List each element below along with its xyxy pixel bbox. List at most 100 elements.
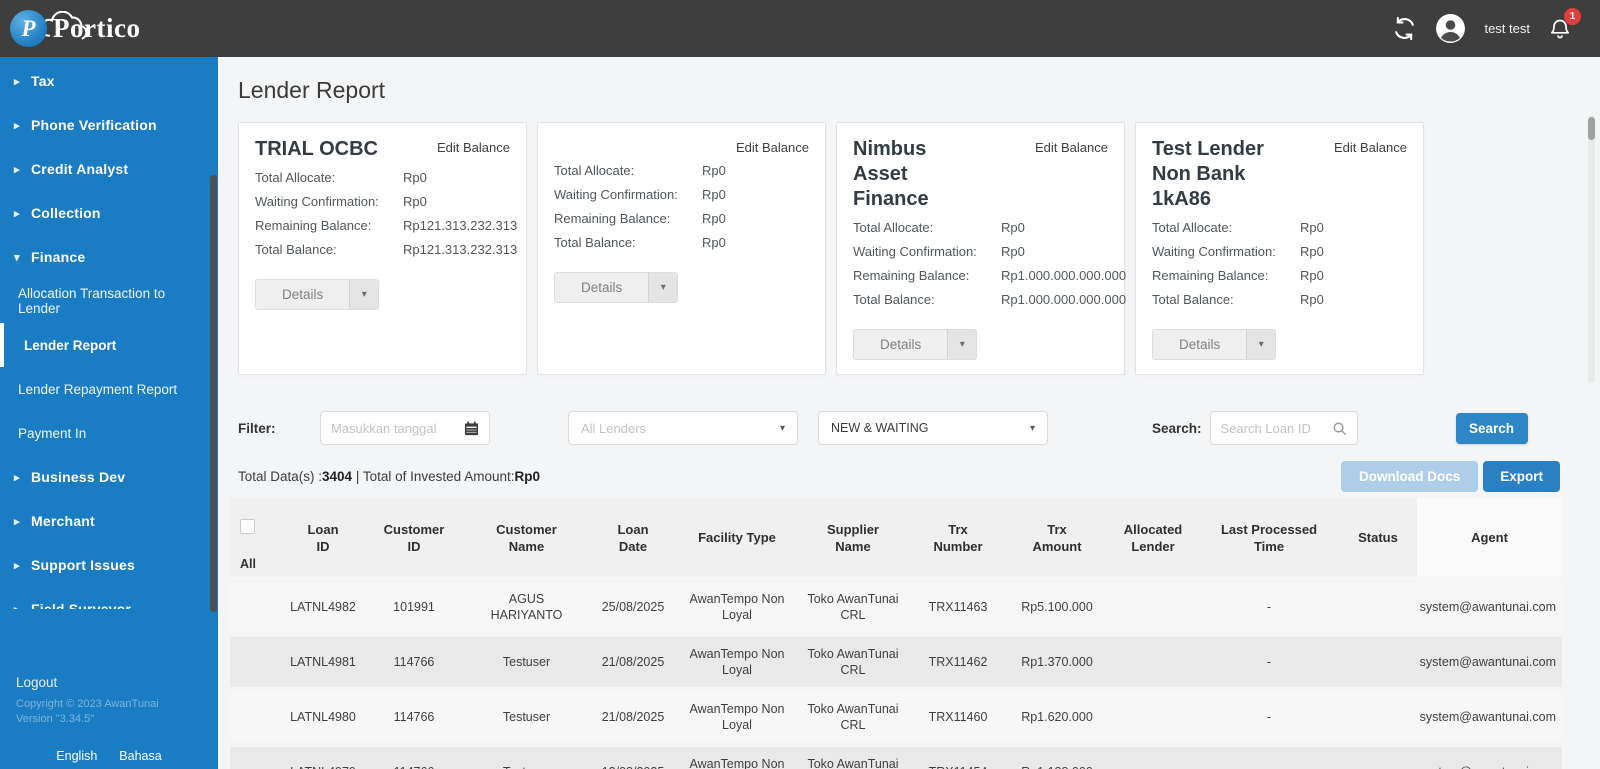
chevron-right-icon: ▸ bbox=[14, 559, 20, 572]
caret-down-icon: ▾ bbox=[779, 422, 785, 434]
page-scrollbar-thumb[interactable] bbox=[1588, 117, 1595, 140]
cell-customer-id: 114766 bbox=[364, 760, 464, 769]
field-label: Remaining Balance: bbox=[1152, 268, 1269, 283]
sidebar-subitem-label: Lender Repayment Report bbox=[18, 381, 178, 397]
sidebar-item-phone-verification[interactable]: ▸ Phone Verification bbox=[0, 103, 218, 147]
column-header-status: Status bbox=[1358, 530, 1398, 545]
sidebar-item-merchant[interactable]: ▸ Merchant bbox=[0, 499, 218, 543]
column-header-loan-date: Loan Date bbox=[617, 521, 649, 554]
main-content: Lender Report TRIAL OCBC Edit Balance To… bbox=[218, 57, 1600, 769]
caret-down-icon[interactable]: ▾ bbox=[1246, 330, 1276, 359]
logout-link[interactable]: Logout bbox=[16, 675, 202, 690]
details-label: Details bbox=[854, 330, 948, 359]
sidebar-item-finance[interactable]: ▾ Finance bbox=[0, 235, 218, 279]
search-field[interactable] bbox=[1209, 411, 1358, 445]
sidebar-item-business-dev[interactable]: ▸ Business Dev bbox=[0, 455, 218, 499]
sidebar-item-allocation-transaction[interactable]: Allocation Transaction to Lender bbox=[0, 279, 218, 323]
avatar-icon bbox=[1436, 14, 1466, 43]
search-button[interactable]: Search bbox=[1455, 412, 1528, 444]
sidebar-item-field-surveyor[interactable]: ▸ Field Surveyor bbox=[0, 587, 218, 609]
edit-balance-link[interactable]: Edit Balance bbox=[736, 137, 809, 155]
topbar-actions: test test 1 bbox=[1392, 8, 1600, 44]
cell-customer-name: AGUS HARIYANTO bbox=[490, 592, 563, 622]
chevron-right-icon: ▸ bbox=[14, 603, 31, 610]
sidebar-item-support-issues[interactable]: ▸ Support Issues bbox=[0, 543, 218, 587]
search-input[interactable] bbox=[1220, 420, 1332, 436]
caret-down-icon[interactable]: ▾ bbox=[648, 273, 678, 302]
field-value: Rp0 bbox=[1300, 268, 1324, 283]
lender-cards: TRIAL OCBC Edit Balance Total Allocate: R… bbox=[238, 122, 1424, 375]
user-avatar[interactable] bbox=[1435, 13, 1466, 44]
table-row: LATNL4981 114766 Testuser 21/08/2025 Awa… bbox=[230, 637, 1562, 687]
summary-divider: | bbox=[355, 469, 360, 484]
caret-down-icon[interactable]: ▾ bbox=[947, 330, 977, 359]
cell-agent: system@awantunai.com bbox=[1417, 760, 1562, 769]
lender-card-test-lender-non-bank: Test Lender Non Bank 1kA86 Edit Balance … bbox=[1135, 122, 1424, 375]
cell-trx-number: TRX11463 bbox=[928, 600, 988, 614]
language-bahasa-link[interactable]: Bahasa bbox=[119, 749, 161, 763]
column-header-supplier-name: Supplier Name bbox=[826, 521, 879, 554]
lender-select-value: All Lenders bbox=[581, 420, 647, 436]
sidebar-item-tax[interactable]: ▸ Tax bbox=[0, 59, 218, 103]
total-data-label: Total Data(s) : bbox=[238, 469, 323, 484]
calendar-icon bbox=[464, 420, 479, 435]
field-label: Total Allocate: bbox=[853, 220, 934, 235]
date-filter-input[interactable] bbox=[320, 411, 490, 445]
cell-facility-type: AwanTempo Non Loyal bbox=[689, 647, 785, 677]
details-button[interactable]: Details ▾ bbox=[554, 272, 679, 303]
invested-amount-label: Total of Invested Amount: bbox=[362, 469, 515, 484]
edit-balance-link[interactable]: Edit Balance bbox=[1334, 137, 1407, 212]
notifications-button[interactable]: 1 bbox=[1548, 8, 1581, 41]
edit-balance-link[interactable]: Edit Balance bbox=[437, 137, 510, 162]
select-all-checkbox[interactable] bbox=[240, 519, 255, 534]
page-scrollbar-track bbox=[1588, 115, 1595, 383]
sidebar-item-lender-report[interactable]: Lender Report bbox=[0, 323, 218, 367]
field-label: Total Allocate: bbox=[255, 170, 336, 185]
lender-filter-select[interactable]: All Lenders ▾ bbox=[568, 411, 798, 445]
export-button[interactable]: Export bbox=[1483, 461, 1560, 492]
cell-customer-name: Testuser bbox=[502, 655, 551, 669]
app-logo[interactable]: P Portico bbox=[0, 0, 140, 57]
username-label: test test bbox=[1484, 21, 1530, 36]
summary-text: Total Data(s) :3404 | Total of Invested … bbox=[238, 469, 540, 484]
field-value: Rp1.000.000.000.000 bbox=[1001, 268, 1127, 283]
sidebar-item-lender-repayment-report[interactable]: Lender Repayment Report bbox=[0, 367, 218, 411]
download-docs-button[interactable]: Download Docs bbox=[1340, 461, 1479, 492]
field-label: Total Balance: bbox=[853, 292, 935, 307]
details-button[interactable]: Details ▾ bbox=[255, 279, 380, 310]
cell-facility-type: AwanTempo Non Loyal bbox=[689, 757, 785, 769]
date-input[interactable] bbox=[331, 420, 464, 436]
field-label: Remaining Balance: bbox=[255, 218, 372, 233]
caret-down-icon: ▾ bbox=[1029, 422, 1035, 434]
cell-trx-number: TRX11462 bbox=[928, 655, 988, 669]
details-button[interactable]: Details ▾ bbox=[1152, 329, 1277, 360]
caret-down-icon[interactable]: ▾ bbox=[349, 280, 379, 309]
cell-trx-amount: Rp1.188.000 bbox=[1007, 760, 1107, 769]
lender-name: Nimbus Asset Finance bbox=[853, 138, 929, 210]
lender-card-unnamed: Edit Balance Total Allocate: Rp0 Waiting … bbox=[537, 122, 826, 375]
lender-name: TRIAL OCBC bbox=[255, 138, 378, 160]
cell-last-processed-time: - bbox=[1266, 600, 1272, 614]
field-value: Rp0 bbox=[1300, 244, 1324, 259]
sidebar-item-label: Merchant bbox=[31, 513, 95, 529]
sidebar-item-payment-in[interactable]: Payment In bbox=[0, 411, 218, 455]
version-text: Version "3.34.5" bbox=[16, 713, 95, 725]
chevron-right-icon: ▸ bbox=[14, 207, 20, 220]
search-icon bbox=[1333, 422, 1346, 435]
status-filter-select[interactable]: NEW & WAITING ▾ bbox=[818, 411, 1048, 445]
sidebar-scrollbar[interactable] bbox=[210, 175, 217, 612]
sidebar-item-credit-analyst[interactable]: ▸ Credit Analyst bbox=[0, 147, 218, 191]
edit-balance-link[interactable]: Edit Balance bbox=[1035, 137, 1108, 212]
details-button[interactable]: Details ▾ bbox=[853, 329, 978, 360]
cell-loan-id: LATNL4979 bbox=[282, 760, 364, 769]
language-english-link[interactable]: English bbox=[56, 749, 97, 763]
cell-loan-date: 25/08/2025 bbox=[601, 600, 665, 614]
refresh-button[interactable] bbox=[1392, 16, 1417, 41]
cell-loan-id: LATNL4980 bbox=[290, 710, 356, 724]
column-header-trx-amount: Trx Amount bbox=[1032, 521, 1082, 554]
sidebar-item-collection[interactable]: ▸ Collection bbox=[0, 191, 218, 235]
cell-last-processed-time: - bbox=[1266, 710, 1272, 724]
cell-allocated-lender bbox=[1107, 713, 1199, 721]
field-label: Total Allocate: bbox=[1152, 220, 1233, 235]
table-row: LATNL4979 114766 Testuser 12/08/2025 Awa… bbox=[230, 747, 1562, 769]
